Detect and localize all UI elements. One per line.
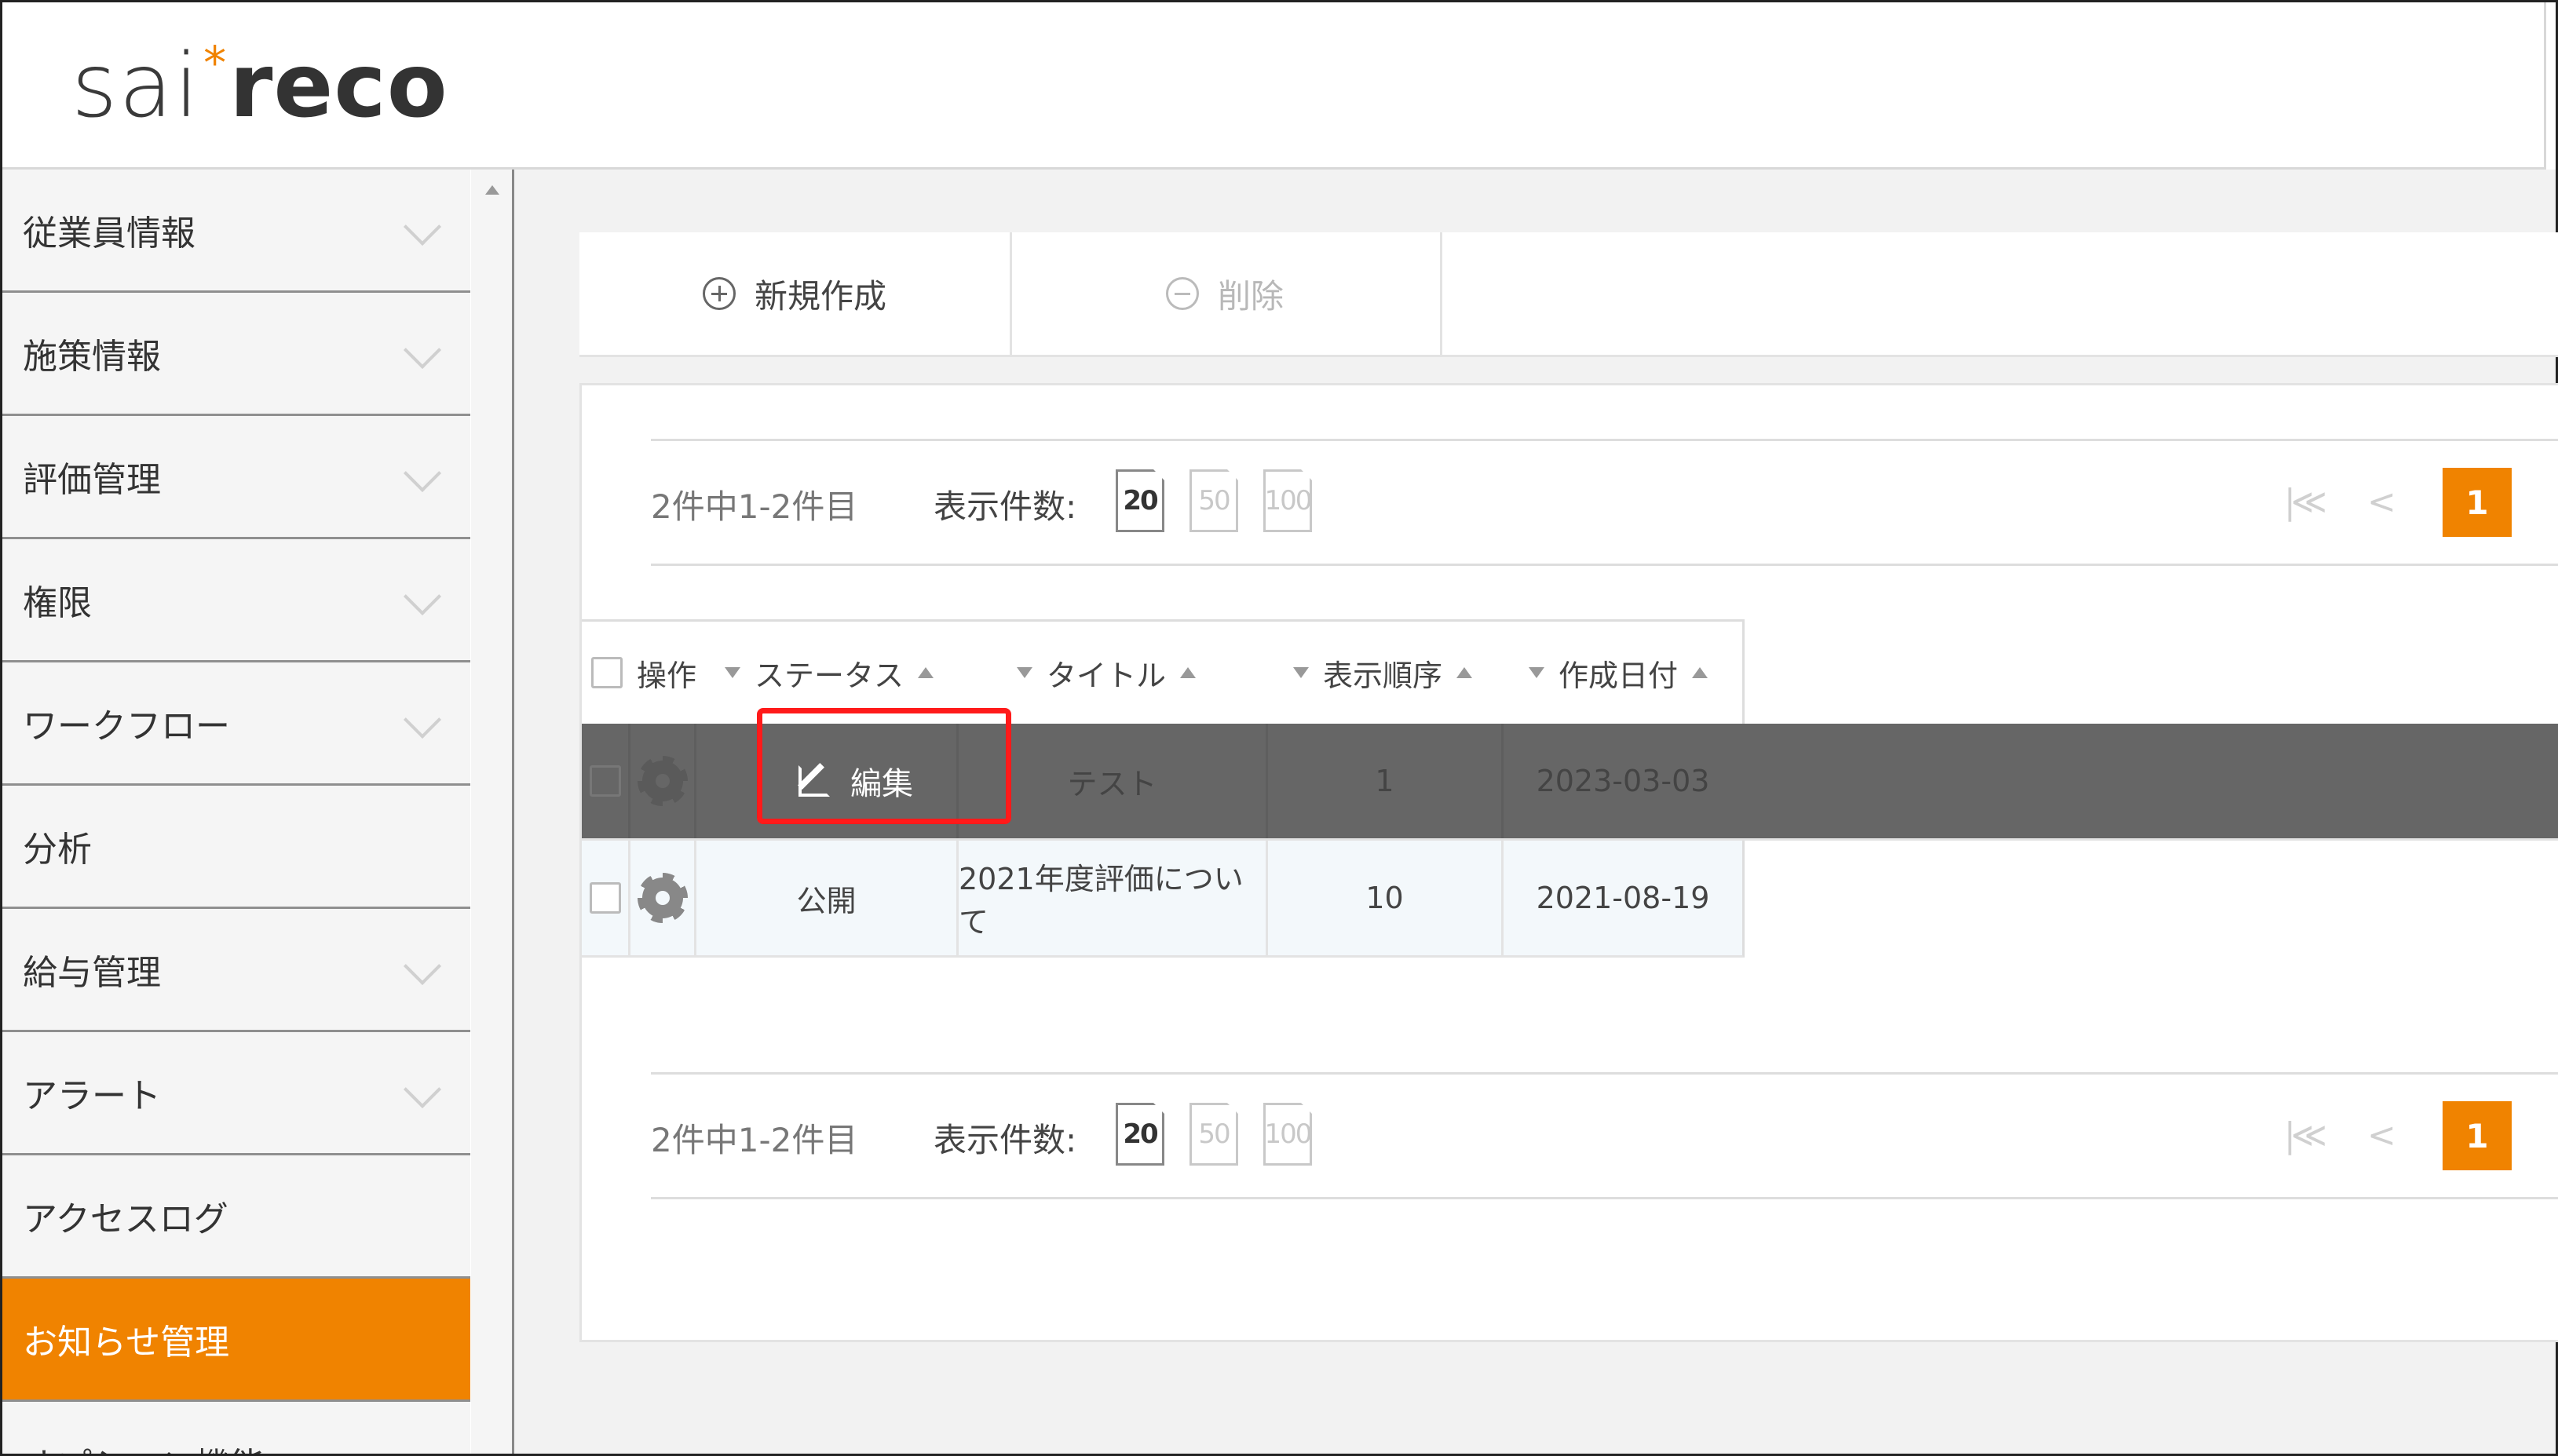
table-row[interactable]: 公開 2021年度評価について 10 2021-08-19 xyxy=(582,841,1745,958)
chevron-down-icon xyxy=(403,1070,442,1109)
table-header: 操作 ステータス タイトル 表示順序 作成日付 xyxy=(582,619,1745,726)
sidebar-item-label: 評価管理 xyxy=(23,460,161,500)
sort-asc-icon[interactable] xyxy=(1456,667,1473,678)
new-button[interactable]: 新規作成 xyxy=(579,232,1012,355)
sidebar-item-payroll[interactable]: 給与管理 xyxy=(2,909,470,1032)
header-action: 操作 xyxy=(637,658,697,693)
plus-circle-icon xyxy=(702,277,736,310)
gear-icon[interactable] xyxy=(637,873,688,923)
sidebar-item-label: 分析 xyxy=(23,830,92,870)
sidebar-item-label: アラート xyxy=(23,1076,161,1116)
chevron-down-icon xyxy=(403,700,442,739)
delete-button[interactable]: 削除 xyxy=(1010,232,1442,355)
select-all-checkbox[interactable] xyxy=(591,622,623,724)
app-header: sai * reco xyxy=(2,2,2546,170)
sidebar-item-label: 給与管理 xyxy=(23,953,161,993)
sort-desc-icon[interactable] xyxy=(1293,667,1309,678)
scroll-up-icon[interactable] xyxy=(485,185,499,195)
logo-text-reco: reco xyxy=(229,35,448,137)
sort-desc-icon[interactable] xyxy=(725,667,740,678)
sidebar-item-label: お知らせ管理 xyxy=(23,1323,230,1363)
sidebar-item-label: オプション機能 xyxy=(23,1437,265,1454)
sidebar-item-access-log[interactable]: アクセスログ xyxy=(2,1155,470,1279)
gear-icon[interactable] xyxy=(637,756,688,806)
sidebar-item-label: ワークフロー xyxy=(23,706,230,746)
header-title[interactable]: タイトル xyxy=(1017,622,1197,724)
chevron-down-icon xyxy=(403,577,442,616)
created-cell: 2021-08-19 xyxy=(1536,881,1710,915)
sidebar-item-alerts[interactable]: アラート xyxy=(2,1032,470,1155)
per-page-100-button[interactable]: 100 xyxy=(1263,469,1312,532)
sidebar-item-permissions[interactable]: 権限 xyxy=(2,539,470,662)
per-page-50-button[interactable]: 50 xyxy=(1189,1103,1238,1166)
sort-asc-icon[interactable] xyxy=(1180,667,1197,678)
row-checkbox[interactable] xyxy=(582,841,630,955)
header-divider xyxy=(2544,2,2546,167)
row-settings[interactable] xyxy=(630,724,696,838)
prev-page-icon[interactable]: < xyxy=(2367,482,2396,522)
current-page-button[interactable]: 1 xyxy=(2443,468,2512,537)
prev-page-icon[interactable]: < xyxy=(2367,1115,2396,1155)
sort-asc-icon[interactable] xyxy=(1692,667,1708,678)
list-panel: 2件中1-2件目 表示件数: 20 50 100 |≪ < 1 操作 ステータス… xyxy=(579,383,2558,1342)
sidebar-item-employee-info[interactable]: 従業員情報 xyxy=(2,170,470,293)
per-page-20-button[interactable]: 20 xyxy=(1116,469,1164,532)
toolbar: 新規作成 削除 xyxy=(579,232,2558,357)
minus-circle-icon xyxy=(1165,277,1199,310)
sidebar-item-notice-management[interactable]: お知らせ管理 xyxy=(2,1279,470,1402)
chevron-down-icon xyxy=(403,454,442,493)
header-order[interactable]: 表示順序 xyxy=(1293,622,1473,724)
per-page-label: 表示件数: xyxy=(934,1121,1077,1159)
row-checkbox[interactable] xyxy=(582,724,630,838)
sort-desc-icon[interactable] xyxy=(1529,667,1544,678)
sidebar-scrollbar[interactable] xyxy=(471,170,514,1454)
logo-star-icon: * xyxy=(203,36,227,89)
per-page-20-button[interactable]: 20 xyxy=(1116,1103,1164,1166)
sort-asc-icon[interactable] xyxy=(918,667,934,678)
per-page-100-button[interactable]: 100 xyxy=(1263,1103,1312,1166)
first-page-icon[interactable]: |≪ xyxy=(2284,482,2327,522)
sidebar-item-evaluation[interactable]: 評価管理 xyxy=(2,416,470,539)
first-page-icon[interactable]: |≪ xyxy=(2284,1115,2327,1155)
sidebar-item-label: 権限 xyxy=(23,583,92,623)
chevron-down-icon xyxy=(403,947,442,986)
sidebar-item-label: アクセスログ xyxy=(23,1199,228,1239)
chevron-down-icon xyxy=(403,207,442,246)
pager-bottom: 2件中1-2件目 表示件数: 20 50 100 |≪ < 1 xyxy=(651,1072,2558,1199)
sort-desc-icon[interactable] xyxy=(1017,667,1032,678)
pager-top: 2件中1-2件目 表示件数: 20 50 100 |≪ < 1 xyxy=(651,439,2558,566)
delete-button-label: 削除 xyxy=(1217,276,1284,316)
per-page-50-button[interactable]: 50 xyxy=(1189,469,1238,532)
row-settings[interactable] xyxy=(630,841,696,955)
order-cell: 10 xyxy=(1268,841,1504,955)
sidebar: 従業員情報 施策情報 評価管理 権限 ワークフロー 分析 給与管理 アラート ア… xyxy=(2,170,470,1454)
result-count: 2件中1-2件目 xyxy=(651,1121,858,1159)
sidebar-item-workflow[interactable]: ワークフロー xyxy=(2,662,470,786)
order-cell: 1 xyxy=(1268,724,1504,838)
sidebar-item-analysis[interactable]: 分析 xyxy=(2,786,470,909)
result-count: 2件中1-2件目 xyxy=(651,487,858,526)
per-page-label: 表示件数: xyxy=(934,487,1077,526)
sidebar-item-measures[interactable]: 施策情報 xyxy=(2,293,470,416)
logo[interactable]: sai * reco xyxy=(71,35,448,137)
status-cell: 公開 xyxy=(696,841,959,955)
title-cell: 2021年度評価について xyxy=(959,841,1268,955)
current-page-button[interactable]: 1 xyxy=(2443,1101,2512,1170)
logo-text-sai: sai xyxy=(71,35,201,137)
created-cell: 2023-03-03 xyxy=(1536,764,1710,798)
sidebar-item-label: 従業員情報 xyxy=(23,213,196,254)
edit-highlight-box xyxy=(757,708,1011,824)
new-button-label: 新規作成 xyxy=(754,276,886,316)
sidebar-item-label: 施策情報 xyxy=(23,337,161,377)
header-created[interactable]: 作成日付 xyxy=(1529,622,1708,724)
sidebar-item-options[interactable]: オプション機能 xyxy=(2,1402,470,1454)
chevron-down-icon xyxy=(403,330,442,370)
